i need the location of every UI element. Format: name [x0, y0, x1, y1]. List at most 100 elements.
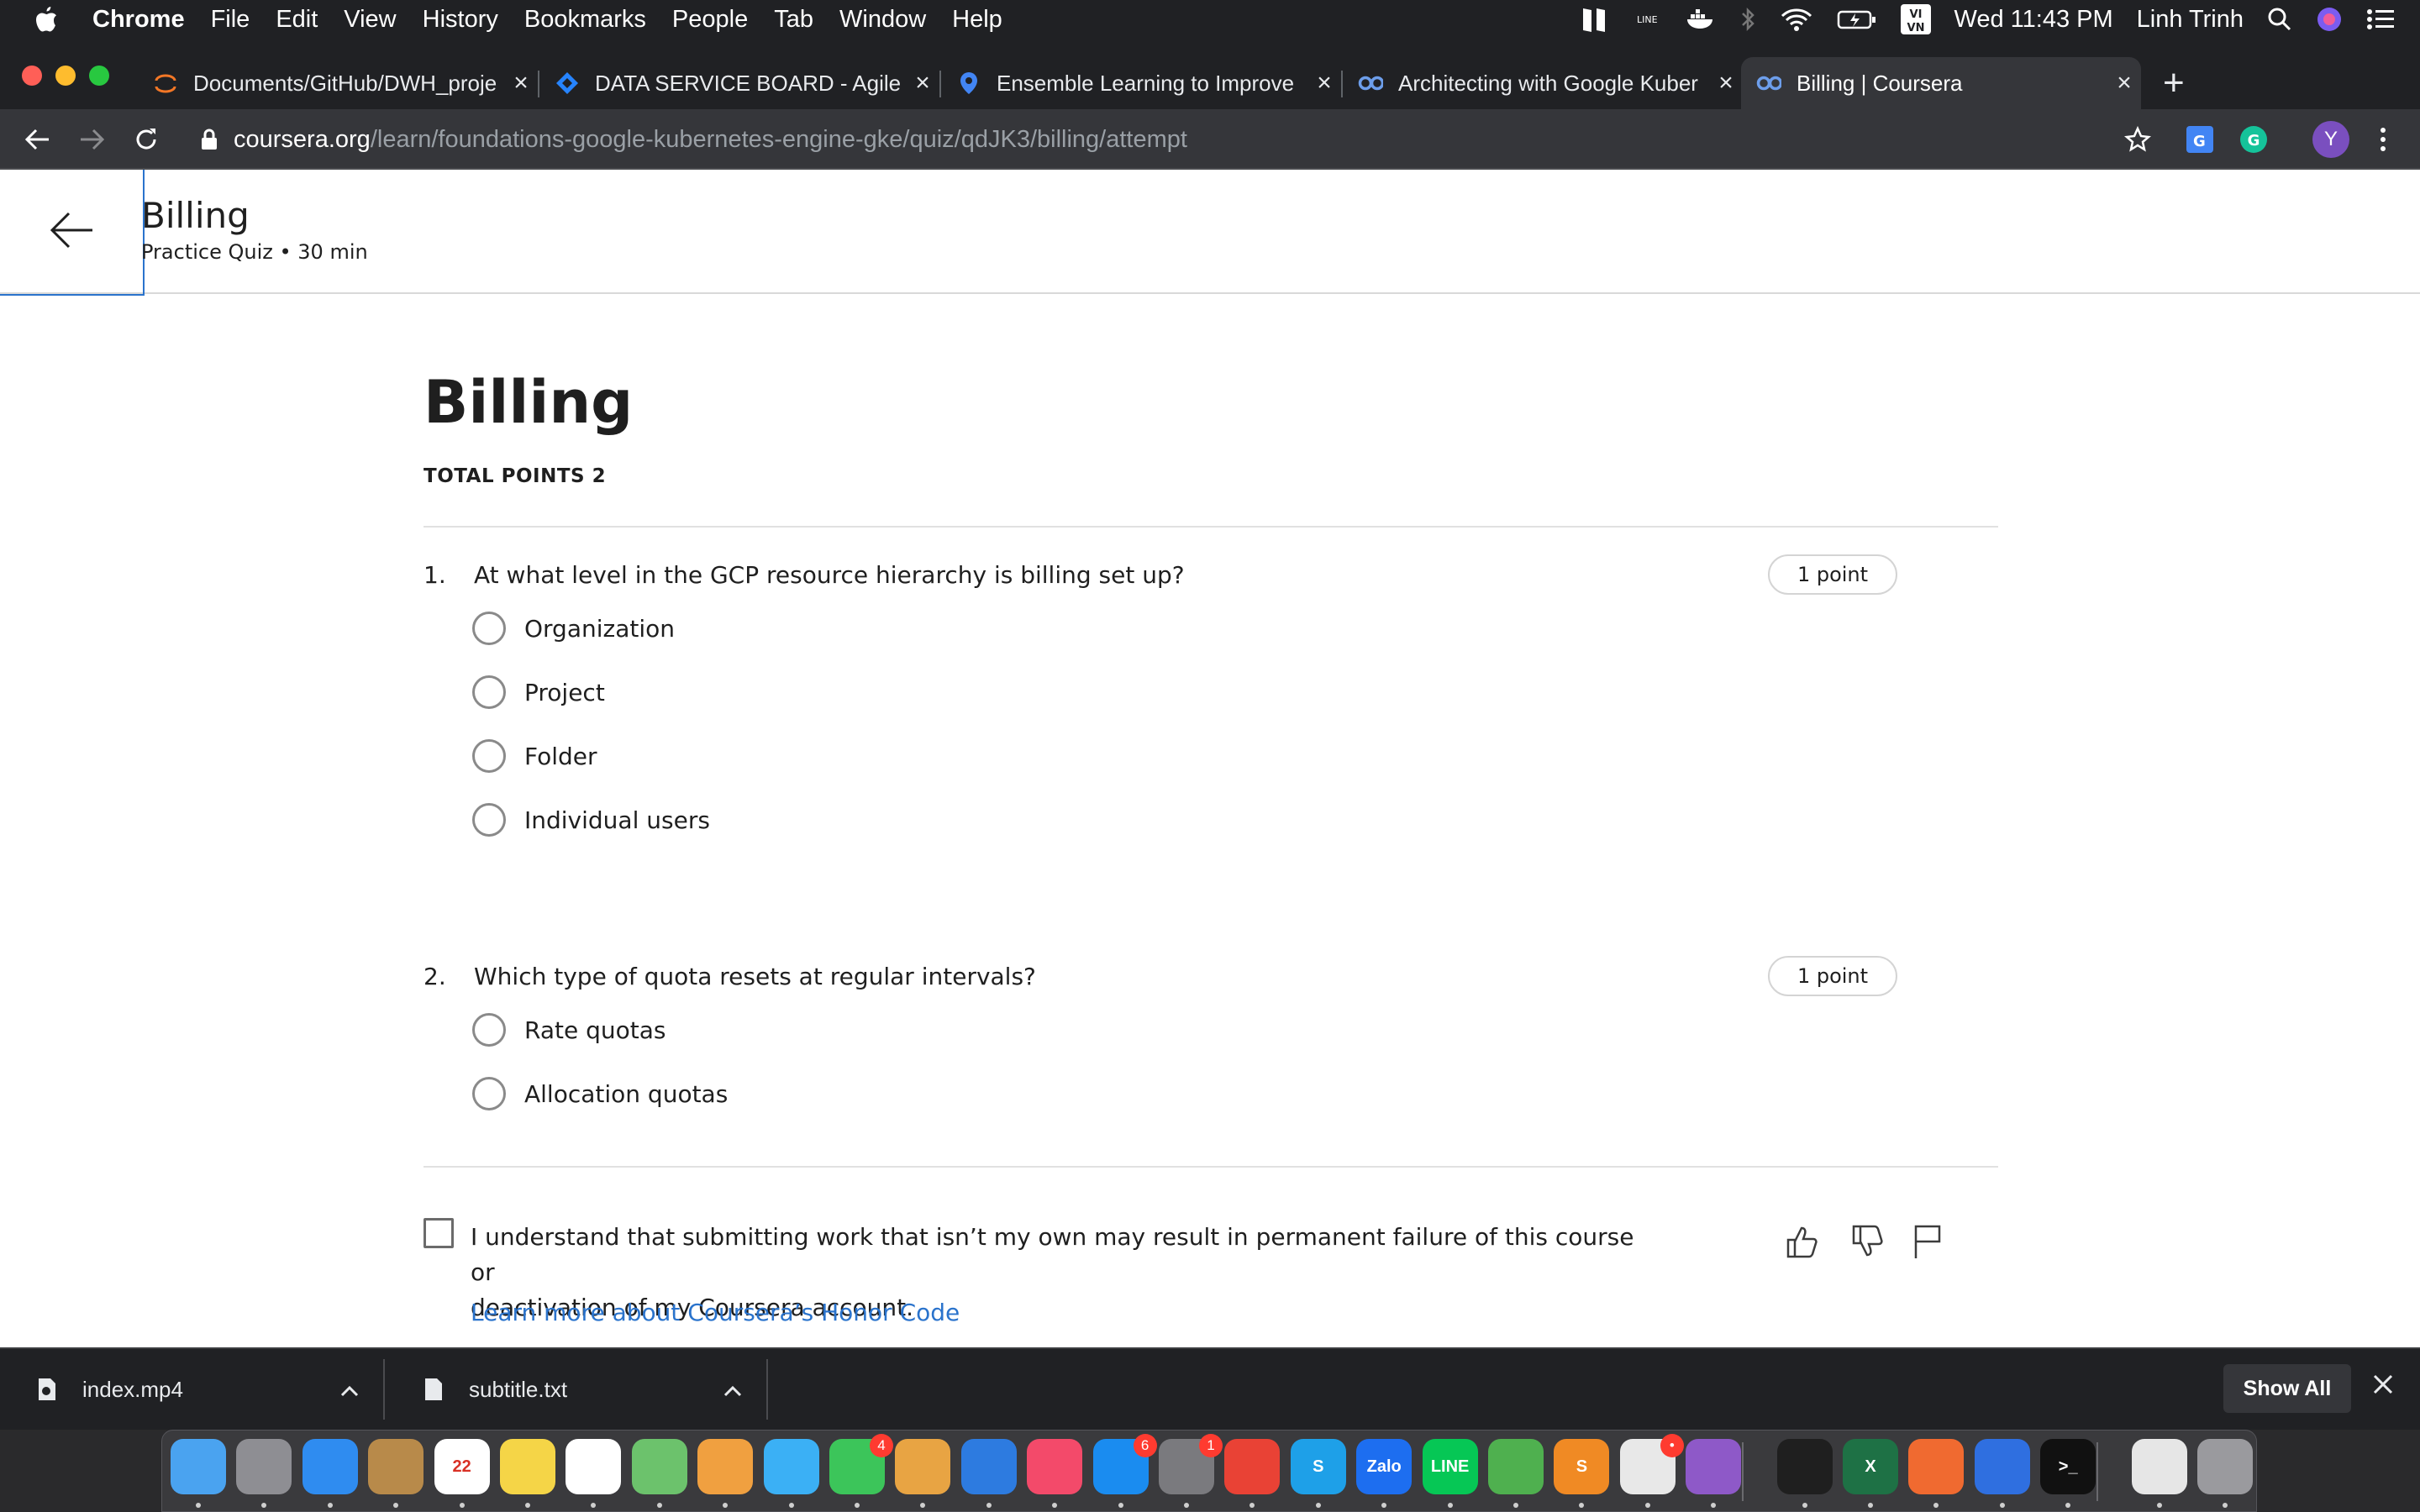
spotlight-icon[interactable] [2267, 7, 2292, 32]
dock-app-contacts[interactable] [368, 1439, 424, 1494]
thumbs-down-icon[interactable] [1849, 1221, 1889, 1262]
tab-architecting[interactable]: Architecting with Google Kuber × [1343, 57, 1743, 109]
option-folder[interactable]: Folder [472, 739, 597, 773]
menu-window[interactable]: Window [839, 6, 926, 34]
zoom-window-button[interactable] [89, 66, 109, 86]
menu-file[interactable]: File [211, 6, 250, 34]
dock-app-split-view[interactable] [1974, 1439, 2030, 1494]
option-allocation-quotas[interactable]: Allocation quotas [472, 1077, 728, 1110]
dock-app-reminders[interactable] [566, 1439, 622, 1494]
option-rate-quotas[interactable]: Rate quotas [472, 1013, 666, 1047]
dock-app-zalo[interactable]: Zalo [1356, 1439, 1413, 1494]
menu-bar-user[interactable]: Linh Trinh [2137, 6, 2244, 34]
menu-tab[interactable]: Tab [774, 6, 813, 34]
siri-icon[interactable] [2316, 6, 2343, 33]
dock-app-sequel[interactable] [1488, 1439, 1544, 1494]
dock-app-photos[interactable] [697, 1439, 754, 1494]
show-all-downloads-button[interactable]: Show All [2223, 1364, 2351, 1413]
menu-history[interactable]: History [423, 6, 498, 34]
chrome-menu-icon[interactable] [2366, 123, 2400, 156]
tab-jupyter[interactable]: Documents/GitHub/DWH_proje × [138, 57, 539, 109]
dock-app-activity-monitor[interactable] [1776, 1439, 1833, 1494]
battery-icon[interactable] [1837, 8, 1877, 31]
forward-button[interactable] [76, 124, 109, 155]
radio-button[interactable] [472, 1013, 506, 1047]
back-button[interactable] [20, 124, 54, 155]
radio-button[interactable] [472, 612, 506, 645]
tab-jira[interactable]: DATA SERVICE BOARD - Agile B × [539, 57, 941, 109]
tab-close-icon[interactable]: × [2107, 69, 2141, 97]
new-tab-button[interactable]: + [2163, 62, 2185, 104]
split-view-icon[interactable] [1580, 5, 1613, 34]
option-project[interactable]: Project [472, 675, 605, 709]
menu-bookmarks[interactable]: Bookmarks [524, 6, 646, 34]
tab-close-icon[interactable]: × [504, 69, 538, 97]
flag-icon[interactable] [1907, 1221, 1948, 1262]
menu-bar-clock[interactable]: Wed 11:43 PM [1954, 6, 2113, 34]
tab-close-icon[interactable]: × [906, 69, 939, 97]
option-individual-users[interactable]: Individual users [472, 803, 710, 837]
back-to-course-button[interactable] [0, 170, 145, 296]
dock-badge: 6 [1133, 1434, 1157, 1457]
dock-app-github-desktop[interactable] [1686, 1439, 1742, 1494]
thumbs-up-icon[interactable] [1783, 1221, 1823, 1262]
dock-app-calendar[interactable]: 22 [434, 1439, 490, 1494]
reload-button[interactable] [129, 124, 163, 155]
dock-app-launchpad[interactable] [236, 1439, 292, 1494]
chevron-up-icon[interactable] [339, 1378, 360, 1404]
line-app-icon[interactable]: LINE [1637, 11, 1662, 28]
dock-app-notes[interactable] [500, 1439, 555, 1494]
menu-view[interactable]: View [344, 6, 396, 34]
docker-icon[interactable] [1686, 8, 1716, 31]
dock-app-preview[interactable] [895, 1439, 951, 1494]
dock-app-keynote[interactable] [960, 1439, 1017, 1494]
address-bar[interactable]: coursera.org/learn/foundations-google-ku… [185, 116, 2151, 163]
dock-app-sublime-text[interactable]: S [1554, 1439, 1610, 1494]
profile-avatar[interactable]: Y [2312, 121, 2349, 158]
dock-app-maps[interactable] [631, 1439, 687, 1494]
dock-app-documents[interactable] [2131, 1439, 2187, 1494]
download-item-index-mp4[interactable]: index.mp4 [0, 1349, 385, 1430]
dock-app-trash[interactable] [2197, 1439, 2253, 1494]
menu-edit[interactable]: Edit [276, 6, 318, 34]
google-translate-extension-icon[interactable]: G [2183, 123, 2217, 156]
dock-running-indicator [1315, 1503, 1321, 1508]
dock-app-skype[interactable]: S [1290, 1439, 1346, 1494]
download-item-subtitle-txt[interactable]: subtitle.txt [387, 1349, 768, 1430]
radio-button[interactable] [472, 739, 506, 773]
menu-people[interactable]: People [672, 6, 748, 34]
chevron-up-icon[interactable] [723, 1378, 743, 1404]
bookmark-star-icon[interactable] [2124, 125, 2151, 160]
radio-button[interactable] [472, 675, 506, 709]
apple-menu-icon[interactable] [34, 5, 67, 34]
radio-button[interactable] [472, 1077, 506, 1110]
honor-code-link[interactable]: Learn more about Coursera’s Honor Code [471, 1299, 960, 1326]
input-method-icon[interactable]: VI VN [1900, 4, 1931, 34]
lock-icon[interactable] [200, 129, 218, 150]
minimize-window-button[interactable] [55, 66, 76, 86]
tab-billing-coursera[interactable]: Billing | Coursera × [1741, 57, 2141, 109]
tab-close-icon[interactable]: × [1307, 69, 1341, 97]
bluetooth-icon[interactable] [1739, 6, 1756, 33]
dock-app-excel[interactable]: X [1843, 1439, 1898, 1494]
menu-app-name[interactable]: Chrome [92, 6, 185, 34]
close-shelf-icon[interactable] [2371, 1373, 2395, 1400]
menu-help[interactable]: Help [952, 6, 1002, 34]
dock-app-finder[interactable] [171, 1439, 226, 1494]
honor-code-checkbox[interactable] [424, 1218, 454, 1248]
dock-app-music[interactable] [1027, 1439, 1083, 1494]
wifi-icon[interactable] [1780, 7, 1813, 32]
dock-app-line[interactable]: LINE [1422, 1439, 1478, 1494]
tab-close-icon[interactable]: × [1709, 69, 1743, 97]
grammarly-extension-icon[interactable]: G [2237, 123, 2270, 156]
close-window-button[interactable] [22, 66, 42, 86]
radio-button[interactable] [472, 803, 506, 837]
tab-ensemble[interactable]: Ensemble Learning to Improve × [941, 57, 1343, 109]
notification-center-icon[interactable] [2366, 8, 2395, 31]
option-organization[interactable]: Organization [472, 612, 675, 645]
dock-app-messages[interactable] [763, 1439, 819, 1494]
dock-app-chrome[interactable] [1224, 1439, 1281, 1494]
dock-app-pencil[interactable] [1908, 1439, 1965, 1494]
dock-app-terminal[interactable]: >_ [2040, 1439, 2096, 1494]
dock-app-safari[interactable] [302, 1439, 358, 1494]
